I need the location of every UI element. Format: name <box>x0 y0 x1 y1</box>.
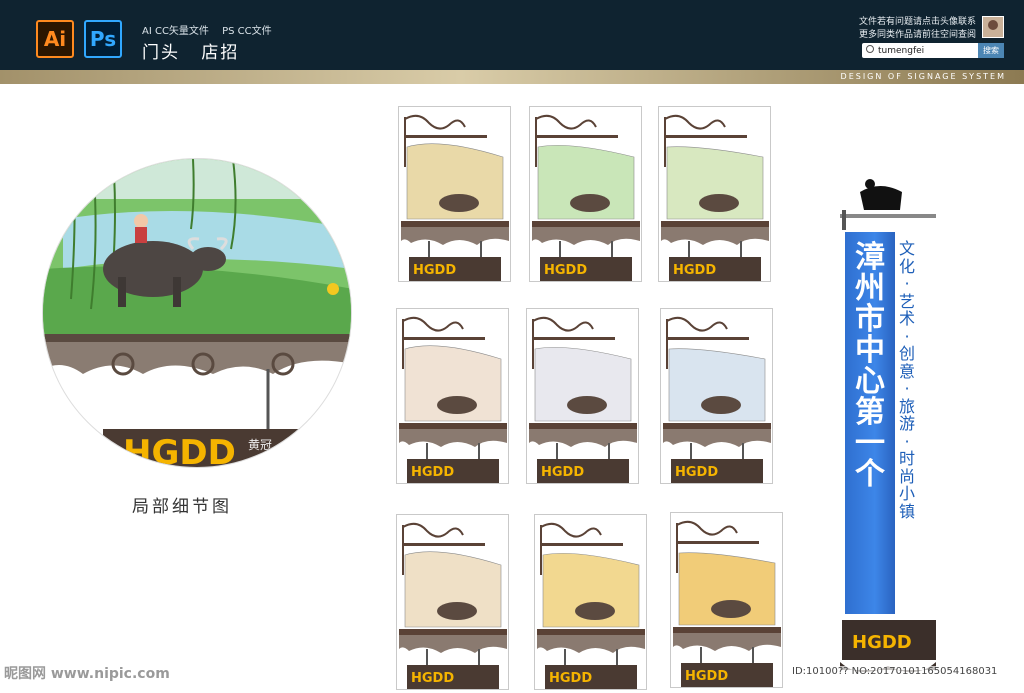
sign-brand: HGDD <box>413 263 456 278</box>
file-types: AI CC矢量文件 PS CC文件 <box>142 22 282 37</box>
sign-thumbnail: HGDD <box>398 106 511 282</box>
watermark-id: ID:10100?? NO:20170101165054168031 <box>792 666 998 677</box>
file-type-ps: PS CC文件 <box>222 26 272 37</box>
sign-brand: HGDD <box>541 465 584 480</box>
contact-line-2: 更多同类作品请前往空间查阅 <box>858 30 976 40</box>
sign-thumbnail: HGDD <box>396 308 509 484</box>
sign-thumbnail: HGDD <box>658 106 771 282</box>
search-icon <box>866 45 874 53</box>
sign-thumbnail: HGDD <box>670 512 783 688</box>
banner-brand: HGDD <box>852 632 912 653</box>
sign-thumbnail: HGDD <box>526 308 639 484</box>
detail-caption: 局部细节图 <box>132 497 232 517</box>
contact-info: 文件若有问题请点击头像联系 更多同类作品请前往空间查阅 <box>859 16 976 42</box>
banner-side-text: 文化·艺术·创意·旅游·时尚小镇 <box>898 239 915 521</box>
page-title: 门头 店招 <box>142 38 253 63</box>
file-type-ai: AI CC矢量文件 <box>142 26 209 37</box>
photoshop-icon: Ps <box>84 20 122 58</box>
title-part-2: 店招 <box>201 43 240 63</box>
sign-thumbnail: HGDD <box>534 514 647 690</box>
sign-brand: HGDD <box>549 671 592 686</box>
sign-brand: HGDD <box>675 465 718 480</box>
sign-brand: HGDD <box>544 263 587 278</box>
sign-brand: HGDD <box>411 671 454 686</box>
detail-view: HGDD 黄冠 <box>42 158 352 468</box>
detail-brand-cn: 黄冠 <box>248 438 272 452</box>
sign-brand: HGDD <box>685 669 728 684</box>
system-subtitle: DESIGN OF SIGNAGE SYSTEM <box>840 72 1006 81</box>
title-part-1: 门头 <box>142 43 180 63</box>
banner-main-text: 漳州市中心第一个 <box>855 240 885 492</box>
search-button[interactable]: 搜索 <box>978 43 1004 58</box>
header-bar: Ai Ps AI CC矢量文件 PS CC文件 门头 店招 文件若有问题请点击头… <box>0 0 1024 70</box>
detail-brand: HGDD <box>123 433 236 468</box>
sign-brand: HGDD <box>673 263 716 278</box>
detail-illustration: HGDD 黄冠 <box>43 159 351 468</box>
sign-thumbnail: HGDD <box>396 514 509 690</box>
search-input[interactable] <box>878 43 973 58</box>
sign-thumbnail: HGDD <box>529 106 642 282</box>
sign-thumbnail: HGDD <box>660 308 773 484</box>
search-box: 搜索 <box>862 43 1004 58</box>
gold-divider: DESIGN OF SIGNAGE SYSTEM <box>0 70 1024 84</box>
sign-brand: HGDD <box>411 465 454 480</box>
vertical-banner: 漳州市中心第一个 <box>845 232 895 614</box>
illustrator-icon: Ai <box>36 20 74 58</box>
avatar[interactable] <box>982 16 1004 38</box>
contact-line-1: 文件若有问题请点击头像联系 <box>858 17 976 27</box>
watermark-site: 昵图网 www.nipic.com <box>4 666 170 682</box>
